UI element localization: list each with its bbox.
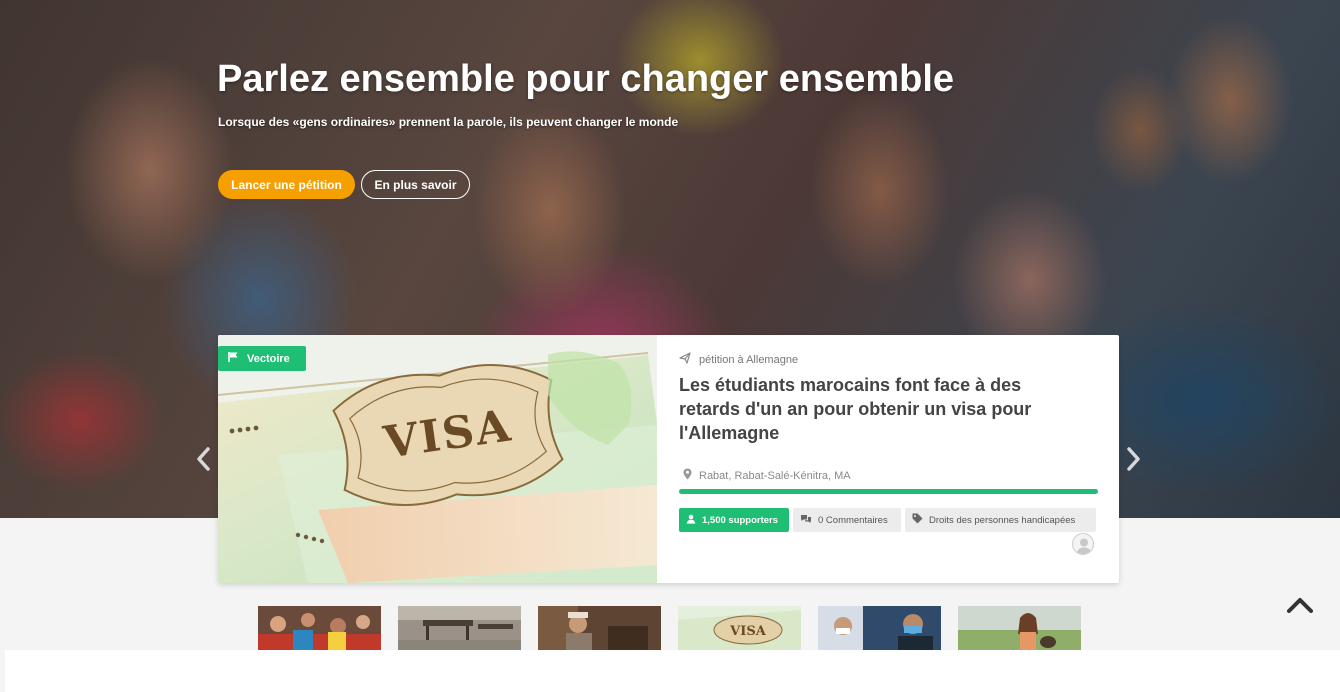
petition-target[interactable]: pétition à Allemagne: [679, 352, 798, 367]
thumbnail-classroom-desks[interactable]: [398, 606, 521, 650]
flag-icon: [228, 351, 239, 366]
signature-progress-bar: [679, 489, 1098, 494]
user-icon: [686, 514, 696, 527]
avatar[interactable]: [1072, 533, 1094, 555]
category-label: Droits des personnes handicapées: [929, 514, 1076, 526]
comments-count-badge[interactable]: 0 Commentaires: [793, 508, 901, 532]
thumbnail-protest-crowd[interactable]: [258, 606, 381, 650]
petition-location-label: Rabat, Rabat-Salé-Kénitra, MA: [699, 469, 851, 482]
supporters-count: 1,500 supporters: [702, 514, 779, 526]
victory-badge: Vectoire: [218, 346, 306, 371]
petition-image[interactable]: VISA Vectoire: [218, 335, 657, 583]
comments-count: 0 Commentaires: [818, 514, 888, 526]
hero-subtitle: Lorsque des «gens ordinaires» prennent l…: [218, 115, 679, 129]
petition-target-label: pétition à Allemagne: [699, 353, 799, 366]
map-pin-icon: [683, 468, 692, 483]
comments-icon: [800, 514, 812, 527]
paper-plane-icon: [679, 352, 691, 367]
hero-title: Parlez ensemble pour changer ensemble: [217, 58, 955, 100]
petition-title[interactable]: Les étudiants marocains font face à des …: [679, 373, 1079, 445]
category-tag[interactable]: Droits des personnes handicapées: [905, 508, 1096, 532]
start-petition-button[interactable]: Lancer une pétition: [218, 170, 355, 199]
thumbnail-visa-document[interactable]: VISA: [678, 606, 801, 650]
learn-more-button[interactable]: En plus savoir: [361, 170, 470, 199]
victory-badge-label: Vectoire: [247, 352, 290, 365]
carousel-thumbnails: VISA: [258, 606, 1088, 650]
featured-petition-card[interactable]: VISA Vectoire pétition à Allemagne Les é…: [218, 335, 1119, 583]
thumbnail-visa-text: VISA: [729, 624, 767, 639]
thumbnail-masked-people[interactable]: [818, 606, 941, 650]
chevron-left-icon[interactable]: [193, 446, 215, 472]
petition-details: pétition à Allemagne Les étudiants maroc…: [679, 335, 1099, 583]
supporters-count-badge: 1,500 supporters: [679, 508, 789, 532]
tag-icon: [912, 513, 923, 527]
signature-progress-fill: [679, 489, 1098, 494]
chevron-right-icon[interactable]: [1122, 446, 1144, 472]
thumbnail-elderly-man[interactable]: [538, 606, 661, 650]
scroll-to-top-icon[interactable]: [1285, 593, 1315, 617]
petition-location: Rabat, Rabat-Salé-Kénitra, MA: [683, 468, 851, 483]
thumbnail-girl-with-dog[interactable]: [958, 606, 1081, 650]
bottom-panel: [5, 650, 1340, 692]
